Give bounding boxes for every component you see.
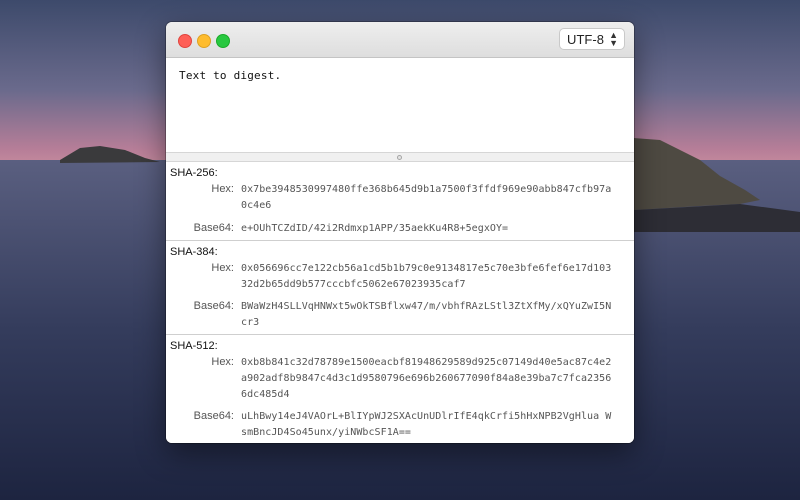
hex-label: Hex:	[211, 262, 234, 274]
input-text: Text to digest.	[179, 69, 282, 82]
digest-section-sha256: SHA-256: Hex: 0x7be3948530997480ffe368b6…	[166, 162, 634, 241]
hex-value[interactable]: 0x056696cc7e122cb56a1cd5b1b79c0e9134817e…	[241, 261, 613, 293]
hex-value[interactable]: 0x7be3948530997480ffe368b645d9b1a7500f3f…	[241, 182, 613, 214]
zoom-window-button[interactable]	[216, 34, 230, 48]
encoding-value: UTF-8	[567, 32, 605, 47]
hex-label: Hex:	[211, 356, 234, 368]
base64-label: Base64:	[193, 410, 234, 422]
algorithm-label: SHA-256:	[170, 167, 218, 179]
chevron-updown-icon: ▲ ▼	[609, 30, 618, 48]
digest-section-sha512: SHA-512: Hex: 0xb8b841c32d78789e1500eacb…	[166, 335, 634, 443]
base64-value[interactable]: uLhBwy14eJ4VAOrL+BlIYpWJ2SXAcUnUDlrIfE4q…	[241, 409, 613, 441]
hex-label: Hex:	[211, 183, 234, 195]
app-window: UTF-8 ▲ ▼ Text to digest. SHA-256: Hex: 0…	[166, 22, 634, 443]
base64-value[interactable]: BWaWzH4SLLVqHNWxt5wOkTSBflxw47/m/vbhfRAz…	[241, 299, 613, 331]
digest-section-sha384: SHA-384: Hex: 0x056696cc7e122cb56a1cd5b1…	[166, 241, 634, 335]
split-view-divider[interactable]	[166, 152, 634, 162]
text-input-area[interactable]: Text to digest.	[166, 58, 634, 152]
hex-value[interactable]: 0xb8b841c32d78789e1500eacbf81948629589d9…	[241, 355, 613, 403]
algorithm-label: SHA-512:	[170, 340, 218, 352]
encoding-select[interactable]: UTF-8 ▲ ▼	[559, 28, 625, 50]
drag-handle-icon	[397, 155, 402, 160]
close-window-button[interactable]	[178, 34, 192, 48]
digest-results: SHA-256: Hex: 0x7be3948530997480ffe368b6…	[166, 162, 634, 443]
base64-label: Base64:	[193, 222, 234, 234]
title-bar: UTF-8 ▲ ▼	[166, 22, 634, 58]
algorithm-label: SHA-384:	[170, 246, 218, 258]
base64-label: Base64:	[193, 300, 234, 312]
base64-value[interactable]: e+OUhTCZdID/42i2Rdmxp1APP/35aekKu4R8+5eg…	[241, 221, 613, 237]
minimize-window-button[interactable]	[197, 34, 211, 48]
